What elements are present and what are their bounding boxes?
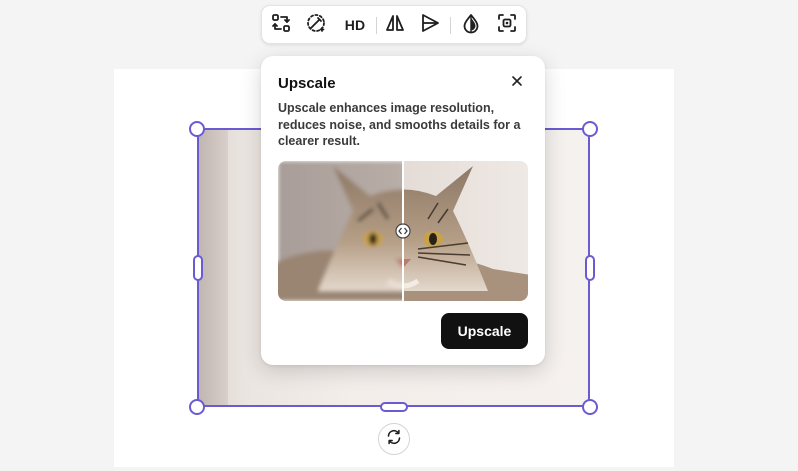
resize-handle-top-left[interactable]	[189, 121, 205, 137]
swap-arrows-icon	[270, 12, 292, 39]
toolbar-divider	[376, 17, 377, 34]
select-region-icon	[496, 12, 518, 39]
resize-handle-bottom[interactable]	[380, 402, 408, 412]
upscale-popover: Upscale Upscale enhances image resolutio…	[261, 56, 545, 365]
upscale-button[interactable]: Upscale	[441, 313, 528, 349]
popover-close-button[interactable]	[509, 75, 525, 91]
popover-description: Upscale enhances image resolution, reduc…	[278, 101, 521, 148]
resize-handle-bottom-right[interactable]	[582, 399, 598, 415]
compare-slider-icon[interactable]	[395, 223, 411, 239]
resize-handle-bottom-left[interactable]	[189, 399, 205, 415]
close-icon	[511, 74, 523, 92]
magic-edit-button[interactable]	[303, 12, 329, 38]
rotate-button[interactable]	[378, 423, 410, 455]
resize-handle-right[interactable]	[585, 255, 595, 281]
flip-horizontal-button[interactable]	[382, 12, 408, 38]
flip-vertical-icon	[419, 12, 441, 39]
rotate-icon	[385, 428, 403, 451]
opacity-button[interactable]	[458, 12, 484, 38]
swap-image-button[interactable]	[268, 12, 294, 38]
opacity-drop-icon	[460, 12, 482, 39]
magic-wand-icon	[305, 12, 327, 39]
flip-vertical-button[interactable]	[417, 12, 443, 38]
upscale-hd-button[interactable]: HD	[340, 12, 370, 38]
hd-label: HD	[344, 17, 366, 33]
flip-horizontal-icon	[384, 12, 406, 39]
before-after-preview[interactable]	[278, 161, 528, 301]
resize-handle-top-right[interactable]	[582, 121, 598, 137]
select-region-button[interactable]	[494, 12, 520, 38]
resize-handle-left[interactable]	[193, 255, 203, 281]
toolbar-divider	[450, 17, 451, 34]
popover-title: Upscale	[278, 75, 336, 92]
image-toolbar: HD	[261, 5, 527, 44]
